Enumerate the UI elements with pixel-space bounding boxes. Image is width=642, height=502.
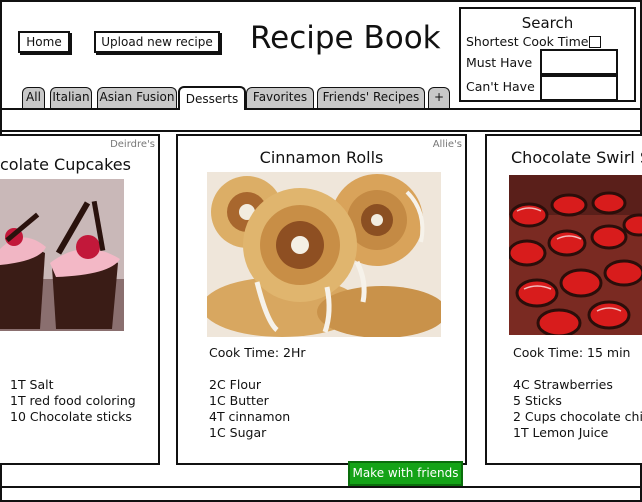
make-with-friends-button[interactable]: Make with friends [348, 461, 463, 486]
recipe-card-chocolate-swirl[interactable]: Chocolate Swirl S Cook Time: 15 min 4C S… [485, 134, 642, 465]
ingredient-item: 4C Strawberries [513, 377, 613, 392]
tab-favorites[interactable]: Favorites [246, 87, 314, 108]
ingredient-item: 2 Cups chocolate chips [513, 409, 642, 424]
recipe-title: Cinnamon Rolls [259, 148, 384, 167]
ingredient-item: 5 Sticks [513, 393, 562, 408]
recipe-photo-strawberries [509, 175, 642, 335]
tab-add[interactable]: + [428, 87, 450, 108]
recipe-card-cinnamon-rolls[interactable]: Allie's Cinnamon Rolls Cook Time: 2Hr 2C… [176, 134, 467, 465]
ingredient-item: 1T red food coloring [10, 393, 136, 408]
upload-recipe-button[interactable]: Upload new recipe [94, 31, 220, 53]
category-bar [0, 110, 642, 132]
tab-desserts[interactable]: Desserts [178, 86, 246, 110]
recipe-title: colate Cupcakes [0, 155, 131, 174]
cant-have-input[interactable] [540, 75, 618, 101]
cook-time: Cook Time: 15 min [513, 345, 631, 360]
ingredient-item: 1T Lemon Juice [513, 425, 609, 440]
cant-have-label: Can't Have [466, 79, 535, 94]
recipe-author: Deirdre's [110, 139, 155, 150]
recipe-card-cupcakes[interactable]: Deirdre's colate Cupcakes 1T Salt 1T red… [0, 134, 160, 465]
tab-asian-fusion[interactable]: Asian Fusion [97, 87, 177, 108]
home-button[interactable]: Home [18, 31, 70, 53]
must-have-label: Must Have [466, 55, 533, 70]
tab-all[interactable]: All [22, 87, 45, 108]
tab-friends-recipes[interactable]: Friends' Recipes [317, 87, 425, 108]
ingredient-item: 1C Butter [209, 393, 269, 408]
tab-italian[interactable]: Italian [50, 87, 92, 108]
shortest-cook-time-label: Shortest Cook Time [466, 34, 589, 49]
must-have-input[interactable] [540, 49, 618, 75]
search-panel: Search Shortest Cook Time Must Have Can'… [459, 7, 636, 102]
shortest-cook-time-checkbox[interactable] [589, 36, 601, 48]
ingredient-item: 1T Salt [10, 377, 54, 392]
recipe-photo-cinnamon-rolls [207, 172, 441, 337]
ingredient-item: 10 Chocolate sticks [10, 409, 132, 424]
recipe-photo-cupcakes [0, 179, 124, 331]
ingredient-item: 1C Sugar [209, 425, 267, 440]
search-title: Search [521, 14, 574, 32]
page-title: Recipe Book [250, 20, 441, 56]
ingredient-item: 2C Flour [209, 377, 262, 392]
ingredient-item: 4T cinnamon [209, 409, 291, 424]
recipe-title: Chocolate Swirl S [511, 148, 642, 167]
cook-time: Cook Time: 2Hr [209, 345, 306, 360]
footer-divider [0, 486, 642, 488]
